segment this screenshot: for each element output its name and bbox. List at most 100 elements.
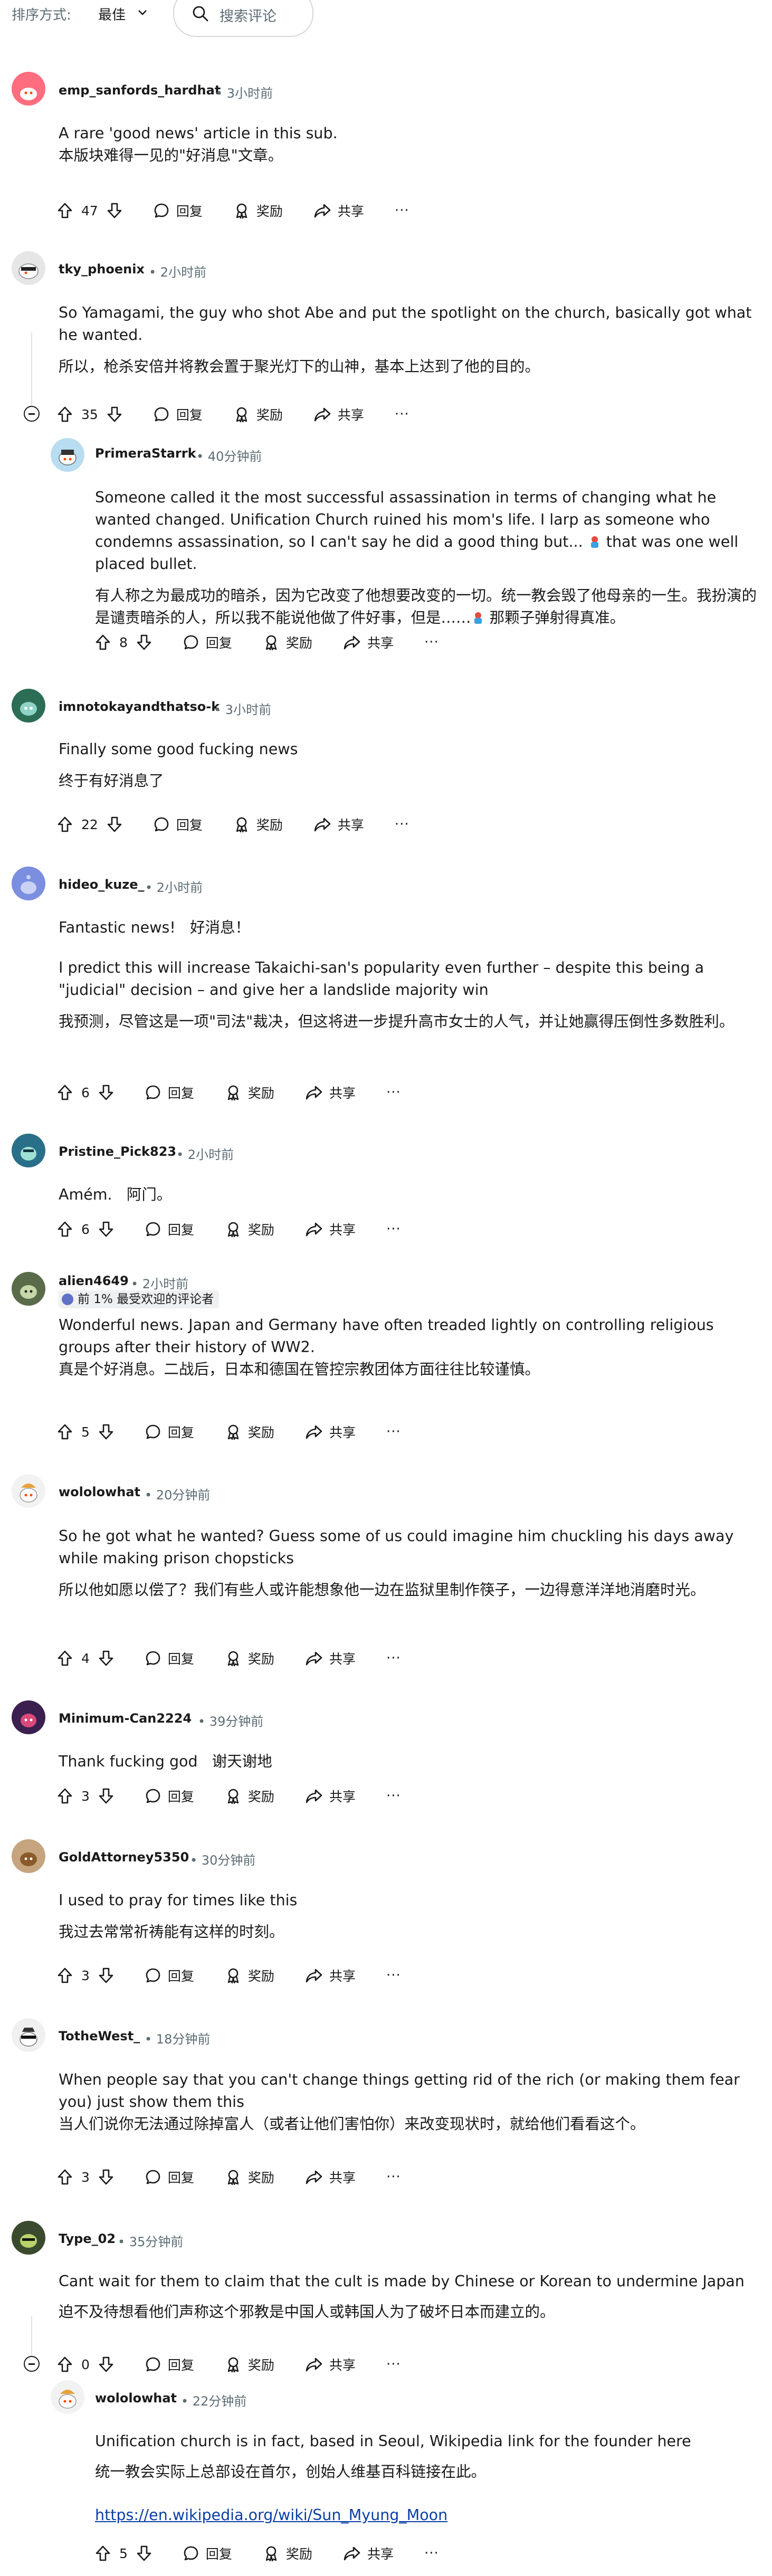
collapse-thread-button[interactable] <box>24 2356 40 2372</box>
share-button[interactable]: 共享 <box>305 1220 356 1239</box>
upvote-icon[interactable] <box>95 634 111 651</box>
share-button[interactable]: 共享 <box>305 1966 356 1985</box>
award-button[interactable]: 奖励 <box>225 1786 274 1805</box>
upvote-icon[interactable] <box>57 1423 73 1440</box>
sort-dropdown[interactable]: 最佳 <box>98 4 126 24</box>
comment-author[interactable]: wololowhat <box>59 1485 140 1499</box>
more-options-button[interactable]: ··· <box>395 406 409 422</box>
more-options-button[interactable]: ··· <box>386 1424 401 1440</box>
share-button[interactable]: 共享 <box>313 815 364 834</box>
more-options-button[interactable]: ··· <box>424 2545 439 2561</box>
reply-button[interactable]: 回复 <box>153 201 203 220</box>
downvote-icon[interactable] <box>98 1650 114 1667</box>
comment-author[interactable]: GoldAttorney5350 <box>59 1850 189 1865</box>
comment-author[interactable]: hideo_kuze_ <box>59 877 145 892</box>
user-avatar[interactable] <box>12 2221 45 2255</box>
comment-author[interactable]: Type_02 <box>59 2231 116 2246</box>
upvote-icon[interactable] <box>57 816 73 833</box>
downvote-icon[interactable] <box>98 1967 114 1984</box>
downvote-icon[interactable] <box>107 816 122 833</box>
more-options-button[interactable]: ··· <box>395 203 409 218</box>
user-avatar[interactable] <box>12 72 45 106</box>
user-avatar[interactable] <box>12 1134 45 1167</box>
user-avatar[interactable] <box>12 251 45 285</box>
reply-button[interactable]: 回复 <box>145 1220 194 1239</box>
user-avatar[interactable] <box>12 867 45 900</box>
upvote-icon[interactable] <box>95 2545 111 2562</box>
comment-author[interactable]: emp_sanfords_hardhat <box>59 83 221 98</box>
more-options-button[interactable]: ··· <box>395 816 409 832</box>
wikipedia-link[interactable]: https://en.wikipedia.org/wiki/Sun_Myung_… <box>95 2506 447 2524</box>
upvote-icon[interactable] <box>57 1084 73 1101</box>
reply-button[interactable]: 回复 <box>183 2544 232 2563</box>
user-avatar[interactable] <box>12 1839 45 1873</box>
reply-button[interactable]: 回复 <box>183 633 232 652</box>
more-options-button[interactable]: ··· <box>386 1967 401 1983</box>
reply-button[interactable]: 回复 <box>153 405 203 424</box>
reply-button[interactable]: 回复 <box>153 815 203 834</box>
share-button[interactable]: 共享 <box>305 1649 356 1668</box>
downvote-icon[interactable] <box>136 634 152 651</box>
reply-button[interactable]: 回复 <box>145 1649 194 1668</box>
downvote-icon[interactable] <box>107 406 122 423</box>
user-avatar[interactable] <box>12 1272 45 1306</box>
share-button[interactable]: 共享 <box>313 201 364 220</box>
downvote-icon[interactable] <box>107 202 122 219</box>
award-button[interactable]: 奖励 <box>233 201 283 220</box>
user-avatar[interactable] <box>12 2018 45 2052</box>
comment-author[interactable]: tky_phoenix <box>59 262 145 277</box>
share-button[interactable]: 共享 <box>343 633 394 652</box>
user-avatar[interactable] <box>51 438 84 472</box>
user-avatar[interactable] <box>12 1474 45 1508</box>
award-button[interactable]: 奖励 <box>233 405 283 424</box>
comment-author[interactable]: TotheWest_ <box>59 2029 140 2043</box>
share-button[interactable]: 共享 <box>305 1083 356 1102</box>
comment-author[interactable]: alien4649 <box>59 1273 129 1288</box>
upvote-icon[interactable] <box>57 2169 73 2185</box>
share-button[interactable]: 共享 <box>305 2355 356 2374</box>
award-button[interactable]: 奖励 <box>225 1966 274 1985</box>
award-button[interactable]: 奖励 <box>225 1422 274 1441</box>
comment-author[interactable]: PrimeraStarrk <box>95 446 196 461</box>
search-comments-input[interactable]: 搜索评论 <box>173 0 313 37</box>
collapse-thread-button[interactable] <box>24 406 40 422</box>
upvote-icon[interactable] <box>57 2356 73 2373</box>
share-button[interactable]: 共享 <box>305 2168 356 2187</box>
reply-button[interactable]: 回复 <box>145 1966 194 1985</box>
reply-button[interactable]: 回复 <box>145 1786 194 1805</box>
more-options-button[interactable]: ··· <box>386 1650 401 1666</box>
comment-author[interactable]: Pristine_Pick823 <box>59 1144 176 1159</box>
comment-author[interactable]: wololowhat <box>95 2391 177 2406</box>
upvote-icon[interactable] <box>57 1650 73 1667</box>
downvote-icon[interactable] <box>98 2169 114 2185</box>
downvote-icon[interactable] <box>98 1423 114 1440</box>
user-avatar[interactable] <box>12 1700 45 1734</box>
award-button[interactable]: 奖励 <box>225 1649 274 1668</box>
downvote-icon[interactable] <box>98 1788 114 1804</box>
award-button[interactable]: 奖励 <box>225 1220 274 1239</box>
award-button[interactable]: 奖励 <box>263 2544 312 2563</box>
user-avatar[interactable] <box>12 689 45 723</box>
downvote-icon[interactable] <box>98 2356 114 2373</box>
upvote-icon[interactable] <box>57 202 73 219</box>
more-options-button[interactable]: ··· <box>386 2169 401 2185</box>
upvote-icon[interactable] <box>57 406 73 423</box>
more-options-button[interactable]: ··· <box>386 2356 401 2372</box>
user-avatar[interactable] <box>51 2380 84 2414</box>
more-options-button[interactable]: ··· <box>386 1221 401 1237</box>
reply-button[interactable]: 回复 <box>145 2355 194 2374</box>
downvote-icon[interactable] <box>98 1221 114 1238</box>
reply-button[interactable]: 回复 <box>145 1422 194 1441</box>
award-button[interactable]: 奖励 <box>225 1083 274 1102</box>
reply-button[interactable]: 回复 <box>145 1083 194 1102</box>
award-button[interactable]: 奖励 <box>225 2168 274 2187</box>
upvote-icon[interactable] <box>57 1967 73 1984</box>
award-button[interactable]: 奖励 <box>225 2355 274 2374</box>
share-button[interactable]: 共享 <box>313 405 364 424</box>
share-button[interactable]: 共享 <box>305 1786 356 1805</box>
chevron-down-icon[interactable] <box>136 7 149 18</box>
upvote-icon[interactable] <box>57 1221 73 1238</box>
downvote-icon[interactable] <box>98 1084 114 1101</box>
more-options-button[interactable]: ··· <box>386 1085 401 1100</box>
downvote-icon[interactable] <box>136 2545 152 2562</box>
